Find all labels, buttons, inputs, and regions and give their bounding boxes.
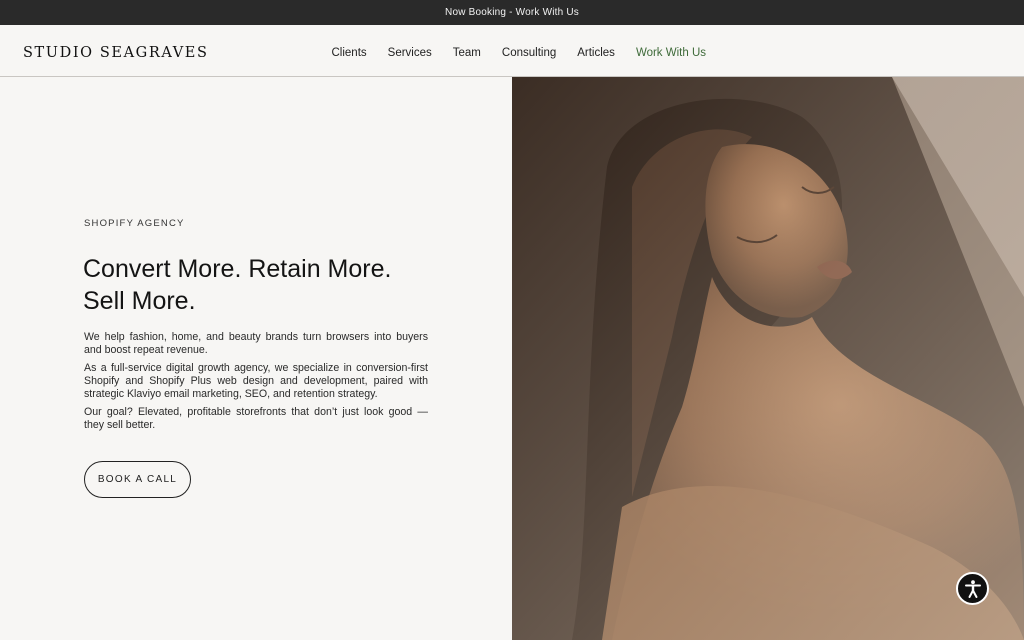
hero-headline: Convert More. Retain More. Sell More. (83, 253, 463, 317)
nav-item-articles[interactable]: Articles (577, 47, 615, 63)
accessibility-button[interactable] (956, 572, 989, 605)
accessibility-icon (964, 579, 981, 598)
brand-logo[interactable]: STUDIO SEAGRAVES (23, 45, 209, 61)
hero-paragraph: As a full-service digital growth agency,… (84, 362, 428, 400)
nav-item-clients[interactable]: Clients (332, 47, 367, 63)
hero-image (512, 77, 1024, 640)
site-header: STUDIO SEAGRAVES Clients Services Team C… (0, 25, 1024, 77)
hero-paragraph: Our goal? Elevated, profitable storefron… (84, 406, 428, 431)
hero-paragraph: We help fashion, home, and beauty brands… (84, 331, 428, 356)
nav-item-consulting[interactable]: Consulting (502, 47, 556, 63)
announcement-link[interactable]: Now Booking - Work With Us (445, 7, 579, 18)
nav-item-team[interactable]: Team (453, 47, 481, 63)
portrait-photo-icon (512, 77, 1024, 640)
hero-copy: We help fashion, home, and beauty brands… (84, 331, 428, 437)
headline-line-1: Convert More. Retain More. (83, 255, 392, 283)
hero-text-panel: SHOPIFY AGENCY Convert More. Retain More… (0, 77, 512, 640)
main-nav: Clients Services Team Consulting Article… (321, 47, 717, 63)
hero-eyebrow: SHOPIFY AGENCY (84, 218, 185, 229)
headline-line-2: Sell More. (83, 287, 196, 315)
announcement-bar: Now Booking - Work With Us (0, 0, 1024, 25)
book-a-call-button[interactable]: BOOK A CALL (84, 461, 191, 498)
nav-item-services[interactable]: Services (388, 47, 432, 63)
nav-item-work-with-us[interactable]: Work With Us (636, 47, 706, 63)
